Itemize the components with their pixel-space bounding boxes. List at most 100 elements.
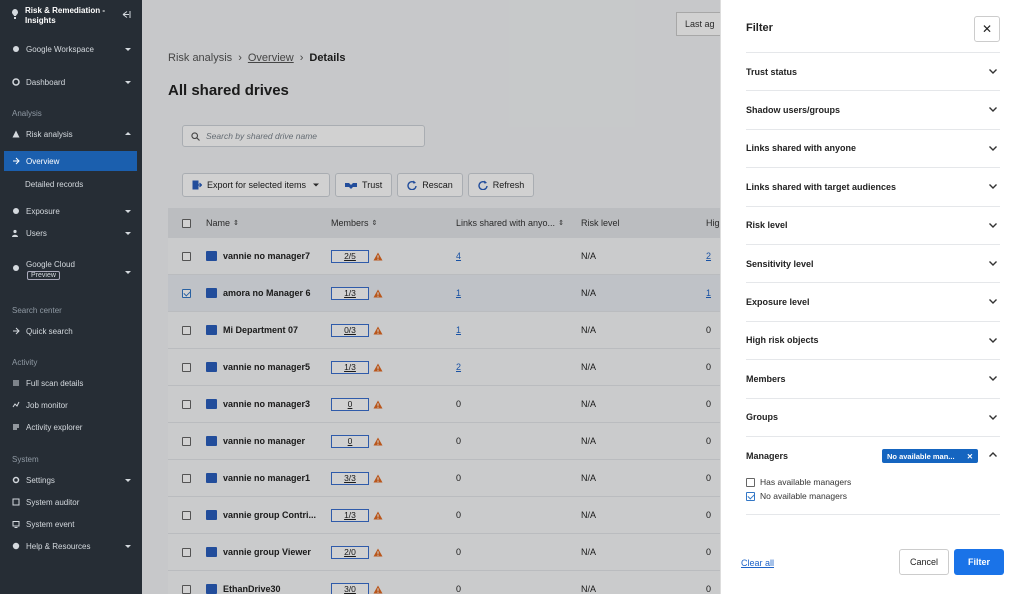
workspace-icon: [13, 46, 19, 52]
chevron-down-icon: [989, 184, 997, 190]
chevron-down-icon: [989, 69, 997, 74]
filter-section[interactable]: Groups: [746, 397, 1000, 436]
filter-section[interactable]: High risk objects: [746, 320, 1000, 359]
option-has-managers[interactable]: Has available managers: [746, 477, 851, 487]
app-title: Risk & Remediation - Insights: [25, 6, 106, 25]
collapse-sidebar-icon[interactable]: [122, 10, 131, 19]
exposure-icon: [13, 208, 19, 214]
dashboard-icon: [12, 78, 20, 86]
nav-label: Overview: [26, 156, 60, 166]
chip-remove-icon[interactable]: ✕: [967, 452, 973, 461]
option-label: No available managers: [760, 491, 847, 501]
auditor-icon: [12, 498, 20, 506]
nav-risk-analysis[interactable]: Risk analysis: [0, 124, 142, 144]
filter-section-label: Members: [746, 373, 786, 384]
gear-icon: [12, 476, 20, 484]
nav-system-auditor[interactable]: System auditor: [0, 492, 142, 512]
nav-label: Google Workspace: [26, 44, 94, 54]
filter-section-label: Links shared with anyone: [746, 143, 857, 154]
main-content: Last ag Risk analysis › Overview › Detai…: [142, 0, 720, 594]
nav-quick-search[interactable]: Quick search: [0, 321, 142, 341]
nav-label-group: Google Cloud Preview: [26, 260, 122, 280]
nav-activity-explorer[interactable]: Activity explorer: [0, 417, 142, 437]
filter-section-label: Managers: [746, 450, 789, 461]
nav-exposure[interactable]: Exposure: [0, 201, 142, 221]
cancel-button[interactable]: Cancel: [899, 549, 949, 575]
nav-label: Detailed records: [25, 179, 84, 189]
chevron-down-icon: [125, 210, 131, 213]
filter-section[interactable]: Exposure level: [746, 282, 1000, 320]
filter-section[interactable]: Risk level: [746, 205, 1000, 244]
nav-overview[interactable]: Overview: [4, 151, 137, 171]
monitor-icon: [12, 401, 20, 408]
nav-dashboard[interactable]: Dashboard: [0, 72, 142, 92]
event-icon: [12, 521, 20, 528]
nav-label: Exposure: [26, 206, 60, 216]
modal-overlay[interactable]: [142, 0, 720, 594]
filter-section-label: Sensitivity level: [746, 258, 814, 269]
nav-label: System auditor: [26, 497, 80, 507]
option-no-managers[interactable]: No available managers: [746, 491, 847, 501]
has-managers-checkbox[interactable]: [746, 477, 755, 487]
nav-label: Quick search: [26, 326, 73, 336]
nav-full-scan-details[interactable]: Full scan details: [0, 373, 142, 393]
chevron-up-icon: [125, 132, 131, 135]
nav-label: Help & Resources: [26, 541, 91, 551]
filter-section-label: Links shared with target audiences: [746, 181, 897, 192]
chevron-up-icon: [989, 452, 997, 457]
nav-label: Settings: [26, 475, 55, 485]
chevron-down-icon: [989, 337, 997, 343]
nav-users[interactable]: Users: [0, 223, 142, 243]
chevron-down-icon: [125, 271, 131, 274]
filter-section-label: Risk level: [746, 220, 788, 231]
app-header: Risk & Remediation - Insights: [12, 6, 137, 30]
nav-label: Risk analysis: [26, 129, 73, 139]
nav-help-resources[interactable]: Help & Resources: [0, 536, 142, 556]
filter-panel: Filter ✕ Trust status Shadow users/groups…: [720, 0, 1024, 594]
nav-google-cloud[interactable]: Google Cloud Preview: [0, 260, 142, 288]
chevron-down-icon: [989, 107, 997, 113]
close-icon: ✕: [981, 22, 993, 36]
chevron-down-icon: [989, 145, 997, 151]
chevron-down-icon: [989, 261, 997, 266]
nav-google-workspace[interactable]: Google Workspace: [0, 39, 142, 59]
section-activity: Activity: [12, 358, 38, 367]
nav-label: Google Cloud: [26, 260, 75, 269]
nav-label: Dashboard: [26, 77, 66, 87]
chevron-down-icon: [125, 232, 131, 235]
chevron-down-icon: [989, 376, 997, 382]
no-managers-checkbox[interactable]: [746, 491, 755, 501]
filter-section-label: High risk objects: [746, 335, 819, 346]
close-button[interactable]: ✕: [974, 16, 1000, 42]
nav-detailed-records[interactable]: Detailed records: [4, 174, 137, 194]
warning-icon: [12, 130, 20, 138]
chevron-down-icon: [989, 414, 997, 420]
filter-section[interactable]: Sensitivity level: [746, 244, 1000, 282]
filter-section[interactable]: Trust status: [746, 52, 1000, 90]
section-search-center: Search center: [12, 306, 62, 315]
list-icon: [13, 380, 19, 386]
filter-section[interactable]: Links shared with target audiences: [746, 167, 1000, 205]
chevron-down-icon: [125, 545, 131, 548]
filter-section[interactable]: Links shared with anyone: [746, 128, 1000, 167]
section-analysis: Analysis: [12, 109, 42, 118]
app-logo-icon: [12, 9, 18, 19]
nav-system-event[interactable]: System event: [0, 514, 142, 534]
filter-section-label: Shadow users/groups: [746, 104, 841, 115]
chevron-down-icon: [125, 48, 131, 51]
nav-job-monitor[interactable]: Job monitor: [0, 395, 142, 415]
clear-all-link[interactable]: Clear all: [741, 558, 774, 568]
nav-label: Job monitor: [26, 400, 68, 410]
sidebar: Risk & Remediation - Insights Google Wor…: [0, 0, 142, 594]
filter-apply-button[interactable]: Filter: [954, 549, 1004, 575]
arrow-right-icon: [13, 327, 20, 335]
nav-settings[interactable]: Settings: [0, 470, 142, 490]
section-system: System: [12, 455, 39, 464]
filter-section[interactable]: Members: [746, 359, 1000, 397]
managers-chip[interactable]: No available man... ✕: [882, 449, 978, 463]
nav-label: Full scan details: [26, 378, 84, 388]
preview-badge: Preview: [27, 271, 60, 280]
filter-section[interactable]: Shadow users/groups: [746, 90, 1000, 128]
filter-section-managers[interactable]: Managers No available man... ✕: [746, 436, 1000, 474]
explorer-icon: [13, 424, 19, 430]
